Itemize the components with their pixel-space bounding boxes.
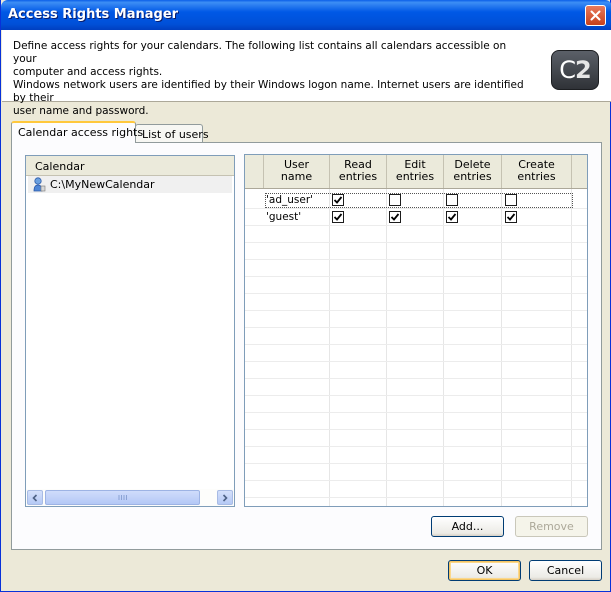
grid-line bbox=[245, 276, 587, 277]
title-bar[interactable]: Access Rights Manager bbox=[1, 0, 611, 30]
grid-line bbox=[245, 497, 587, 498]
column-header-user-name[interactable]: User name bbox=[264, 155, 330, 188]
description-line-1: Define access rights for your calendars.… bbox=[13, 40, 507, 65]
grid-header: User name Read entries Edit entries Dele… bbox=[245, 155, 587, 189]
grid-line bbox=[245, 412, 587, 413]
scroll-thumb[interactable] bbox=[45, 490, 200, 505]
delete-checkbox[interactable] bbox=[446, 194, 458, 206]
header-line: entries bbox=[338, 170, 378, 183]
delete-checkbox[interactable] bbox=[446, 211, 458, 223]
create-checkbox[interactable] bbox=[505, 211, 517, 223]
remove-button[interactable]: Remove bbox=[515, 516, 588, 537]
description-line-2: computer and access rights. bbox=[13, 66, 163, 78]
edit-checkbox[interactable] bbox=[389, 194, 401, 206]
grid-line bbox=[501, 189, 502, 506]
create-checkbox[interactable] bbox=[505, 194, 517, 206]
checkmark-icon bbox=[333, 196, 343, 204]
access-rights-grid[interactable]: User name Read entries Edit entries Dele… bbox=[244, 154, 588, 507]
grid-line bbox=[245, 225, 587, 226]
description-text: Define access rights for your calendars.… bbox=[13, 40, 533, 118]
read-checkbox[interactable] bbox=[332, 194, 344, 206]
user-name-cell[interactable]: 'ad_user' bbox=[266, 194, 313, 206]
column-header-delete-entries[interactable]: Delete entries bbox=[444, 155, 502, 188]
column-header-read-entries[interactable]: Read entries bbox=[330, 155, 387, 188]
header-line: entries bbox=[517, 170, 556, 183]
grid-line bbox=[245, 344, 587, 345]
tab-list-of-users[interactable]: List of users bbox=[135, 124, 209, 144]
tab-label: List of users bbox=[142, 128, 209, 141]
user-name-cell[interactable]: 'guest' bbox=[266, 211, 301, 223]
chevron-right-icon bbox=[222, 493, 228, 502]
ok-button[interactable]: OK bbox=[448, 560, 521, 581]
description-header: Define access rights for your calendars.… bbox=[2, 30, 611, 117]
grid-line bbox=[386, 189, 387, 506]
tab-label: Calendar access rights bbox=[18, 126, 144, 139]
c2-logo: C2 bbox=[551, 50, 599, 90]
header-line: entries bbox=[395, 170, 435, 183]
access-rights-window: Access Rights Manager Define access righ… bbox=[0, 0, 611, 592]
checkmark-icon bbox=[506, 213, 516, 221]
logo-digit: 2 bbox=[575, 56, 592, 84]
calendar-list[interactable]: Calendar C:\MyNewCalendar bbox=[25, 155, 235, 507]
calendar-user-icon bbox=[33, 177, 46, 192]
grid-line bbox=[245, 429, 587, 430]
grid-line bbox=[245, 361, 587, 362]
horizontal-scrollbar[interactable] bbox=[26, 489, 234, 506]
tab-calendar-access-rights[interactable]: Calendar access rights bbox=[11, 121, 143, 143]
edit-checkbox[interactable] bbox=[389, 211, 401, 223]
grid-line bbox=[245, 208, 587, 209]
grid-line bbox=[443, 189, 444, 506]
grid-line bbox=[329, 189, 330, 506]
grid-line bbox=[245, 310, 587, 311]
column-header-edit-entries[interactable]: Edit entries bbox=[387, 155, 444, 188]
add-button[interactable]: Add... bbox=[431, 516, 504, 537]
checkmark-icon bbox=[390, 213, 400, 221]
grid-line bbox=[571, 189, 572, 506]
read-checkbox[interactable] bbox=[332, 211, 344, 223]
grid-line bbox=[245, 378, 587, 379]
checkmark-icon bbox=[447, 213, 457, 221]
grip-icon bbox=[118, 495, 127, 500]
close-button[interactable] bbox=[585, 5, 606, 26]
description-line-3: Windows network users are identified by … bbox=[13, 79, 524, 104]
grid-line bbox=[245, 463, 587, 464]
list-item[interactable]: C:\MyNewCalendar bbox=[28, 176, 232, 193]
close-icon bbox=[590, 10, 601, 21]
grid-line bbox=[245, 242, 587, 243]
scroll-left-button[interactable] bbox=[27, 490, 43, 505]
header-line: name bbox=[280, 170, 313, 183]
chevron-left-icon bbox=[32, 493, 38, 502]
header-line: entries bbox=[453, 170, 492, 183]
cancel-button[interactable]: Cancel bbox=[529, 560, 602, 581]
grid-line bbox=[245, 446, 587, 447]
description-line-4: user name and password. bbox=[13, 105, 149, 117]
grid-line bbox=[245, 480, 587, 481]
scroll-right-button[interactable] bbox=[217, 490, 233, 505]
grid-line bbox=[245, 395, 587, 396]
grid-line bbox=[245, 293, 587, 294]
column-header-create-entries[interactable]: Create entries bbox=[502, 155, 572, 188]
logo-letter: C bbox=[559, 56, 576, 84]
calendar-path: C:\MyNewCalendar bbox=[50, 178, 155, 191]
grid-line bbox=[245, 259, 587, 260]
calendar-column-header[interactable]: Calendar bbox=[26, 156, 234, 176]
grid-line bbox=[245, 327, 587, 328]
row-header-corner bbox=[245, 155, 264, 188]
checkmark-icon bbox=[333, 213, 343, 221]
window-title: Access Rights Manager bbox=[8, 7, 179, 22]
